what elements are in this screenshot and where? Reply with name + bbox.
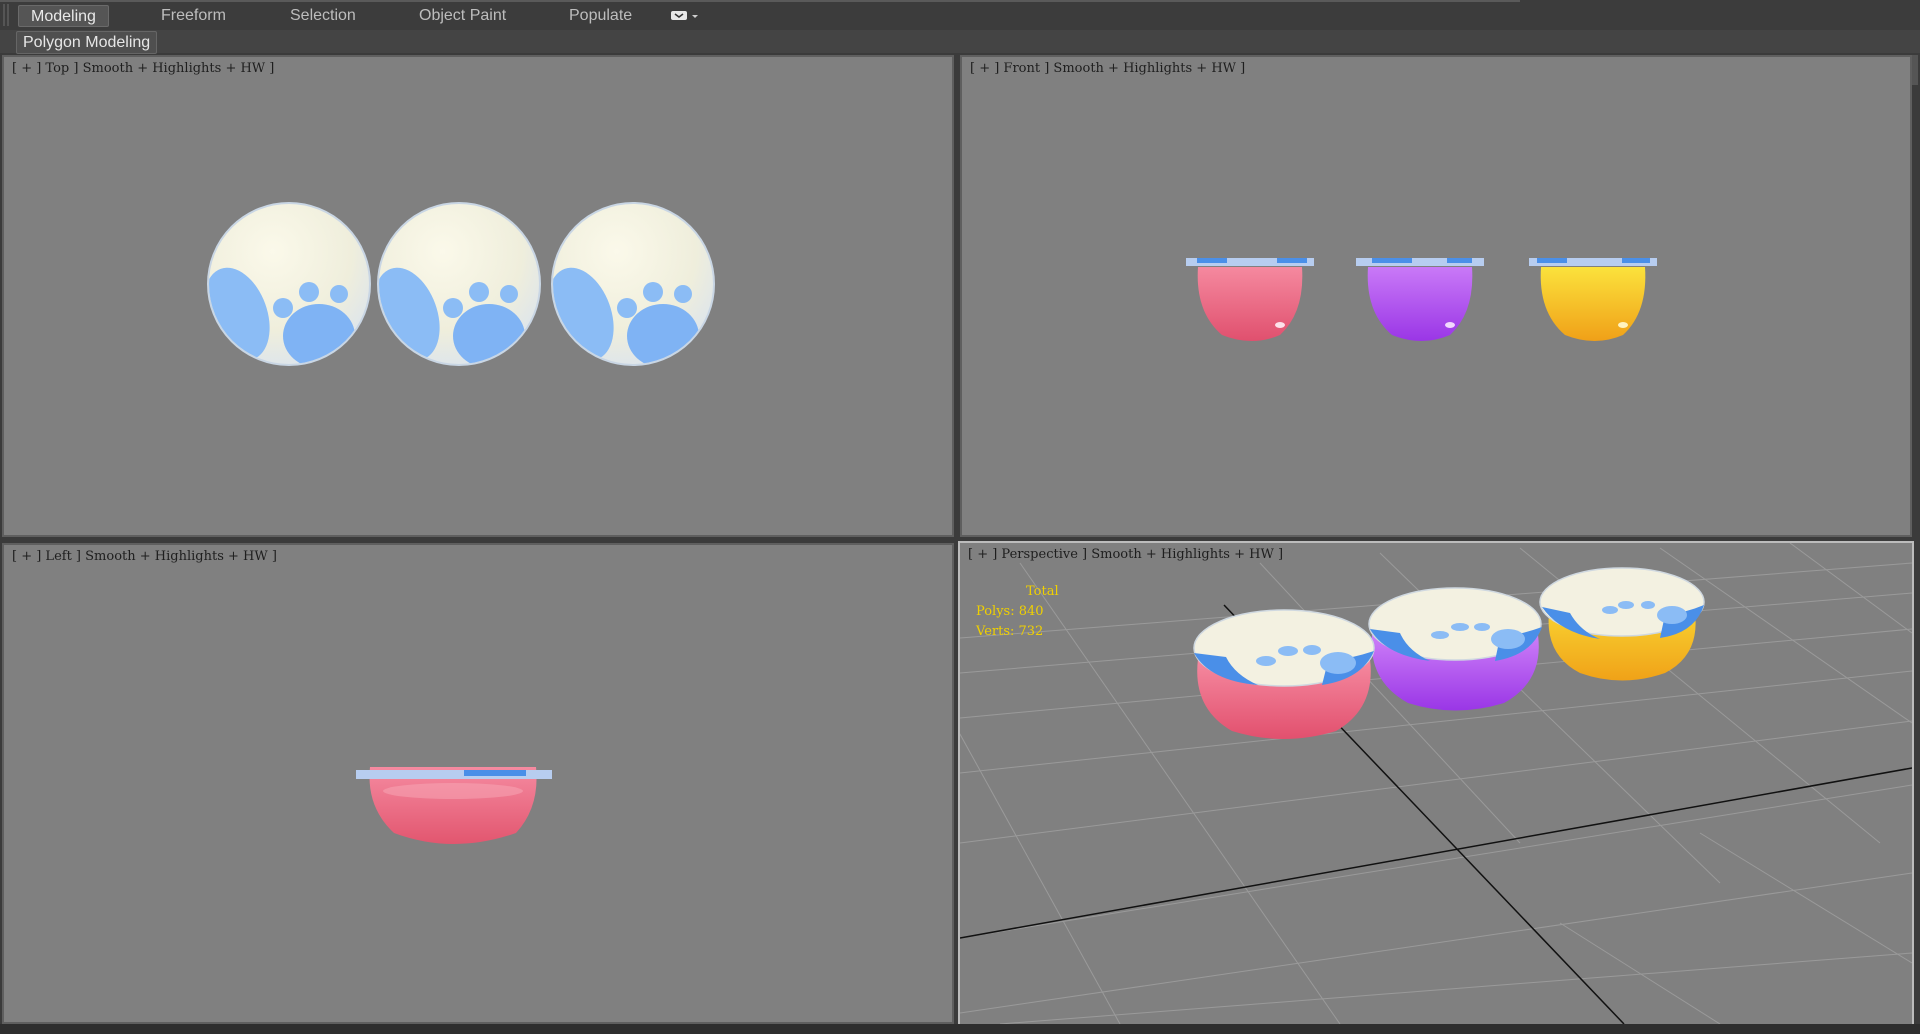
- cup-persp-pink[interactable]: [1193, 609, 1375, 739]
- stats-verts: Verts: 732: [976, 624, 1044, 639]
- lid-top-3[interactable]: [536, 202, 715, 369]
- viewport-scroll-handle[interactable]: [1912, 55, 1918, 85]
- ribbon-toggle-icon[interactable]: [670, 9, 700, 23]
- tab-polygon-modeling[interactable]: Polygon Modeling: [16, 31, 158, 54]
- tab-populate[interactable]: Populate: [569, 5, 632, 27]
- viewport-front[interactable]: [ + ] Front ] Smooth + Highlights + HW ]: [960, 55, 1912, 537]
- ribbon-divider: [0, 0, 1520, 2]
- viewport-perspective-label[interactable]: [ + ] Perspective ] Smooth + Highlights …: [968, 547, 1283, 562]
- viewport-left-scene: [356, 767, 552, 844]
- viewport-left[interactable]: [ + ] Left ] Smooth + Highlights + HW ]: [2, 543, 954, 1024]
- stats-polys: Polys: 840: [976, 604, 1044, 619]
- status-bar: [0, 1024, 1920, 1034]
- viewport-perspective[interactable]: [ + ] Perspective ] Smooth + Highlights …: [958, 541, 1914, 1026]
- viewport-top-scene: [192, 202, 715, 369]
- viewport-top[interactable]: [ + ] Top ] Smooth + Highlights + HW ]: [2, 55, 954, 537]
- axis-x-line: [960, 767, 1912, 939]
- stats-header: Total: [1026, 584, 1059, 599]
- cup-side-pink[interactable]: [356, 767, 552, 844]
- ribbon-subbar: Polygon Modeling: [0, 30, 1920, 54]
- viewport-perspective-scene: [960, 543, 1912, 1024]
- ribbon-grip-handle[interactable]: [3, 4, 9, 26]
- lid-top-1[interactable]: [192, 202, 371, 369]
- tab-modeling[interactable]: Modeling: [18, 5, 109, 27]
- cup-persp-yellow[interactable]: [1539, 567, 1705, 681]
- viewport-front-scene: [1186, 258, 1657, 341]
- tab-freeform[interactable]: Freeform: [161, 5, 226, 27]
- lid-top-2[interactable]: [362, 202, 541, 369]
- tab-object-paint[interactable]: Object Paint: [419, 5, 506, 27]
- ribbon-bar: Modeling Freeform Selection Object Paint…: [0, 0, 1920, 31]
- cup-persp-purple[interactable]: [1368, 587, 1542, 711]
- cup-front-yellow[interactable]: [1529, 258, 1657, 341]
- cup-front-purple[interactable]: [1356, 258, 1484, 341]
- tab-selection[interactable]: Selection: [290, 5, 356, 27]
- cup-front-pink[interactable]: [1186, 258, 1314, 341]
